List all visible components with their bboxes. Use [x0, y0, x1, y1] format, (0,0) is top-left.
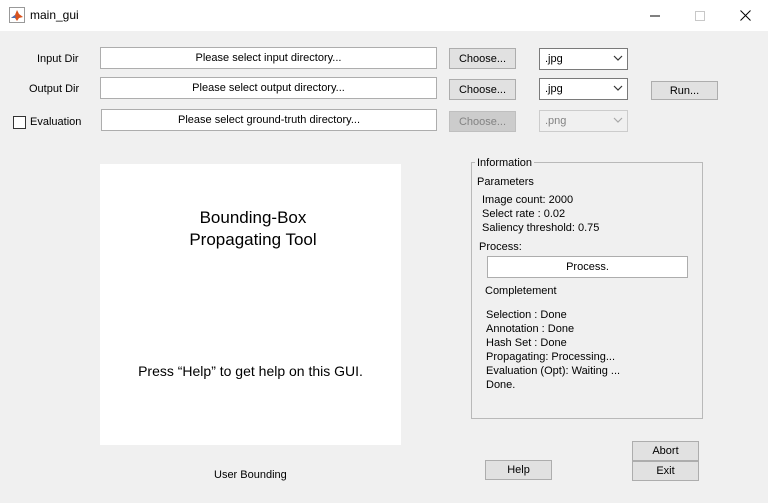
status-line: Done.	[486, 379, 516, 391]
run-button[interactable]: Run...	[651, 81, 718, 100]
user-bounding-label: User Bounding	[214, 469, 287, 481]
output-dir-field[interactable]: Please select output directory...	[100, 77, 437, 99]
minimize-icon	[650, 15, 660, 16]
select-rate-text: Select rate : 0.02	[482, 208, 566, 220]
help-button[interactable]: Help	[485, 460, 552, 480]
evaluation-format-value: .png	[545, 115, 567, 127]
input-choose-button[interactable]: Choose...	[449, 48, 516, 69]
status-line: Propagating: Processing...	[486, 351, 616, 363]
process-label: Process:	[479, 241, 522, 253]
evaluation-choose-button[interactable]: Choose...	[449, 111, 516, 132]
canvas-title-line2: Propagating Tool	[189, 230, 317, 249]
image-count-text: Image count: 2000	[482, 194, 574, 206]
input-format-select[interactable]: .jpg	[539, 48, 628, 70]
completement-label: Completement	[485, 285, 557, 297]
input-dir-field[interactable]: Please select input directory...	[100, 47, 437, 69]
evaluation-label: Evaluation	[30, 116, 82, 128]
output-choose-button[interactable]: Choose...	[449, 79, 516, 100]
input-dir-label: Input Dir	[37, 53, 79, 65]
abort-button[interactable]: Abort	[632, 441, 699, 461]
output-format-value: .jpg	[545, 83, 563, 95]
output-dir-label: Output Dir	[29, 83, 80, 95]
status-line: Selection : Done	[486, 309, 567, 321]
canvas-title: Bounding-Box Propagating Tool	[100, 207, 406, 251]
window-title: main_gui	[30, 8, 79, 22]
evaluation-format-select[interactable]: .png	[539, 110, 628, 132]
information-legend: Information	[475, 157, 535, 169]
ground-truth-dir-field[interactable]: Please select ground-truth directory...	[101, 109, 437, 131]
maximize-icon	[695, 10, 705, 21]
title-bar: main_gui	[0, 0, 768, 31]
parameters-label: Parameters	[477, 176, 534, 188]
status-line: Evaluation (Opt): Waiting ...	[486, 365, 621, 377]
evaluation-checkbox[interactable]	[13, 116, 26, 129]
exit-button[interactable]: Exit	[632, 461, 699, 481]
close-icon	[739, 10, 751, 21]
chevron-down-icon	[613, 117, 623, 123]
chevron-down-icon	[613, 55, 623, 61]
maximize-button[interactable]	[677, 0, 723, 31]
saliency-threshold-text: Saliency threshold: 0.75	[482, 222, 600, 234]
canvas-help-text: Press “Help” to get help on this GUI.	[138, 363, 363, 379]
close-button[interactable]	[722, 0, 768, 31]
process-field: Process.	[487, 256, 688, 278]
input-format-value: .jpg	[545, 53, 563, 65]
status-line: Hash Set : Done	[486, 337, 567, 349]
minimize-button[interactable]	[632, 0, 678, 31]
canvas-title-line1: Bounding-Box	[199, 208, 307, 227]
chevron-down-icon	[613, 85, 623, 91]
status-line: Annotation : Done	[486, 323, 575, 335]
output-format-select[interactable]: .jpg	[539, 78, 628, 100]
matlab-icon	[9, 7, 25, 23]
